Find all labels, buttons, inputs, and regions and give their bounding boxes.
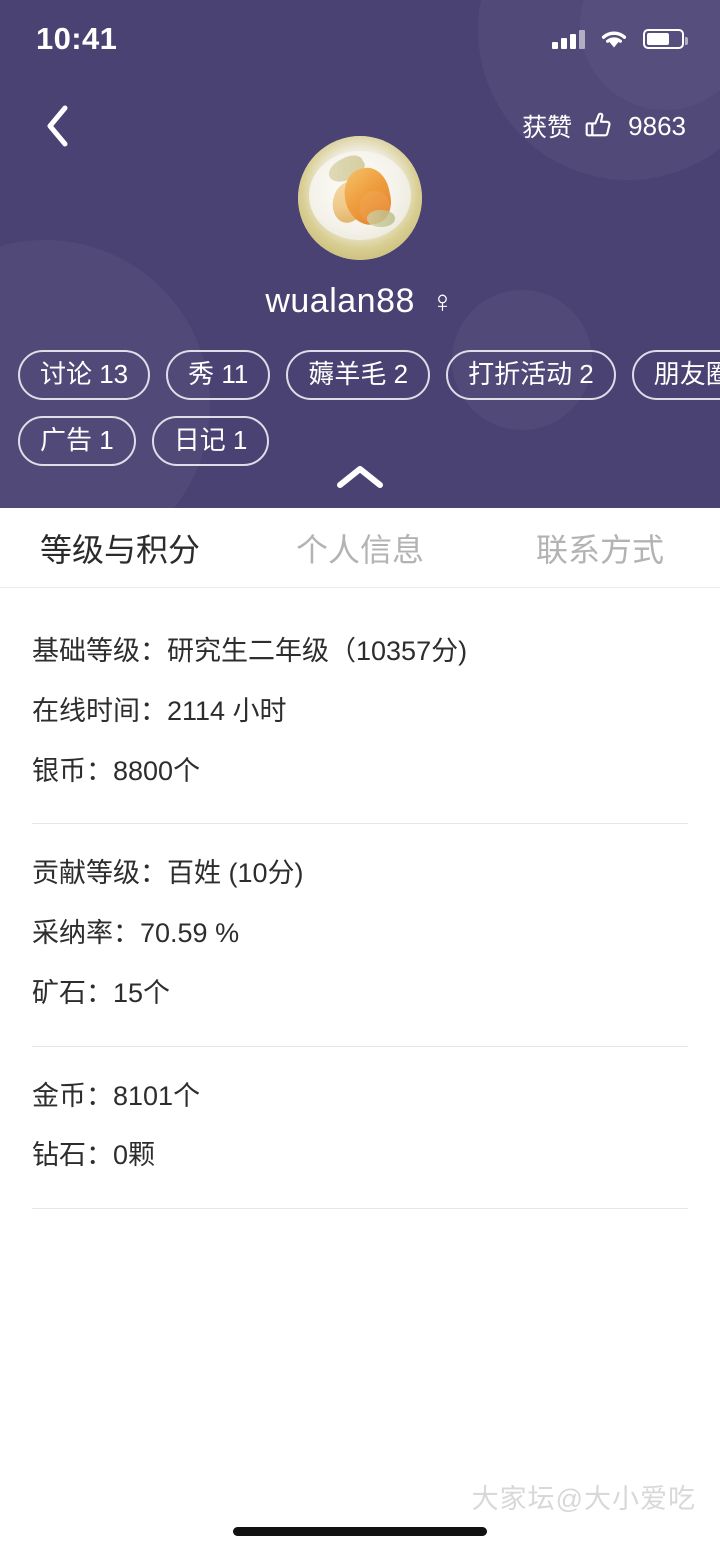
info-row-online-time: 在线时间：2114 小时 <box>32 695 287 726</box>
info-row-ore: 矿石：15个 <box>32 977 171 1008</box>
back-button[interactable] <box>34 102 82 150</box>
chevron-left-icon <box>47 105 68 147</box>
profile-header: 10:41 获赞 9863 wualan88 ♀ 讨论 13 秀 11 薅羊毛 … <box>0 0 720 508</box>
username-row: wualan88 ♀ <box>265 282 454 321</box>
section-divider <box>32 1045 688 1047</box>
tag-pill-show[interactable]: 秀 11 <box>166 350 271 400</box>
level-points-panel: 基础等级：研究生二年级（10357分) 在线时间：2114 小时 银币：8800… <box>0 588 720 1209</box>
tag-pill-deals[interactable]: 薅羊毛 2 <box>286 350 431 400</box>
gender-female-icon: ♀ <box>430 283 455 319</box>
info-group-currency: 金币：8101个 钻石：0颗 <box>0 1051 720 1205</box>
info-row-silver: 银币：8800个 <box>32 755 201 786</box>
section-divider <box>32 823 688 825</box>
info-group-contribution: 贡献等级：百姓 (10分) 采纳率：70.59 % 矿石：15个 <box>0 828 720 1041</box>
header-nav-row: 获赞 9863 <box>0 96 720 156</box>
status-bar: 10:41 <box>0 0 720 78</box>
thumbs-up-icon <box>585 112 611 137</box>
tab-contact[interactable]: 联系方式 <box>480 508 720 587</box>
section-divider <box>32 1208 688 1209</box>
battery-icon <box>643 29 688 49</box>
home-indicator[interactable] <box>233 1527 487 1536</box>
phone-screen: 10:41 获赞 9863 wualan88 ♀ 讨论 13 秀 11 薅羊毛 … <box>0 0 720 1558</box>
avatar-garnish <box>367 210 395 227</box>
info-group-basic: 基础等级：研究生二年级（10357分) 在线时间：2114 小时 银币：8800… <box>0 606 720 819</box>
tag-pill-diary[interactable]: 日记 1 <box>151 416 270 466</box>
status-bar-clock: 10:41 <box>36 21 118 56</box>
watermark: 大家坛@大小爱吃 <box>471 1484 696 1514</box>
profile-identity: wualan88 ♀ <box>0 136 720 321</box>
tag-pill-discount[interactable]: 打折活动 2 <box>446 350 616 400</box>
likes-label: 获赞 <box>522 114 573 142</box>
signal-bars-icon <box>552 29 585 49</box>
info-row-contribution-level: 贡献等级：百姓 (10分) <box>32 858 304 889</box>
wifi-icon <box>601 31 627 48</box>
tag-row: 讨论 13 秀 11 薅羊毛 2 打折活动 2 朋友圈 2 <box>18 350 720 400</box>
info-row-diamond: 钻石：0颗 <box>32 1140 156 1171</box>
info-row-base-level: 基础等级：研究生二年级（10357分) <box>32 636 468 666</box>
status-bar-indicators <box>552 28 688 50</box>
tag-row: 广告 1 日记 1 <box>18 416 702 466</box>
tag-pill-ads[interactable]: 广告 1 <box>18 416 136 466</box>
info-row-adoption-rate: 采纳率：70.59 % <box>32 918 240 948</box>
info-row-gold: 金币：8101个 <box>32 1080 201 1111</box>
tag-pill-moments[interactable]: 朋友圈 2 <box>631 350 720 400</box>
likes-received[interactable]: 获赞 9863 <box>522 108 686 144</box>
tag-pill-discussion[interactable]: 讨论 13 <box>18 350 151 400</box>
tab-level-points[interactable]: 等级与积分 <box>0 508 240 587</box>
chevron-up-icon <box>337 466 383 488</box>
collapse-header-button[interactable] <box>0 460 720 494</box>
tab-personal-info[interactable]: 个人信息 <box>240 508 480 587</box>
profile-tabs: 等级与积分 个人信息 联系方式 <box>0 508 720 588</box>
likes-count: 9863 <box>628 110 686 141</box>
username: wualan88 <box>265 282 415 320</box>
